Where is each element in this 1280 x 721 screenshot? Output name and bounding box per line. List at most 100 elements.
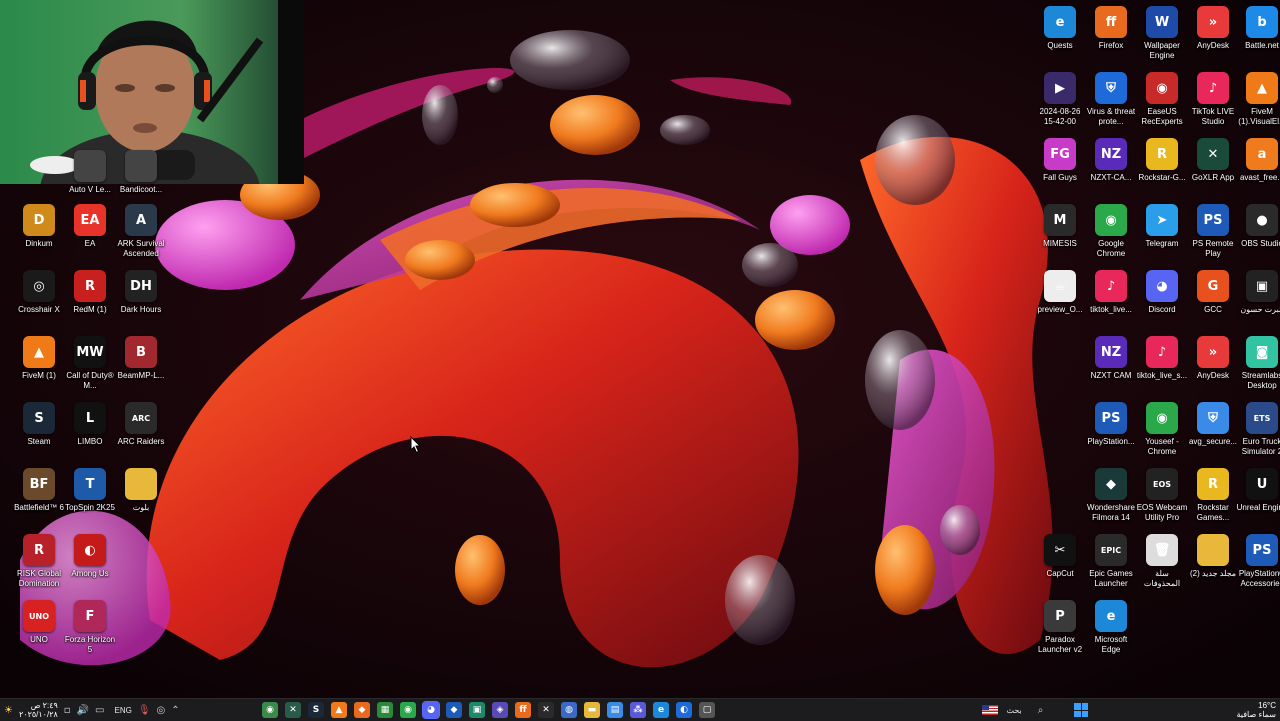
- desktop-icon[interactable]: EPIC Epic Games Launcher: [1085, 534, 1137, 600]
- desktop-icon[interactable]: PS PS Remote Play: [1187, 204, 1239, 270]
- search-box[interactable]: بحث ⌕: [1006, 705, 1066, 716]
- desktop-icon[interactable]: » AnyDesk: [1187, 6, 1239, 72]
- desktop-icon[interactable]: L LIMBO: [64, 402, 116, 468]
- desktop-icon[interactable]: F Forza Horizon 5: [64, 600, 116, 666]
- desktop-icon[interactable]: ETS Euro Truck Simulator 2: [1236, 402, 1280, 468]
- tb-app-4-icon[interactable]: ▲: [331, 702, 347, 718]
- desktop-icon[interactable]: ◐ Among Us: [64, 534, 116, 600]
- desktop-icon[interactable]: S Steam: [13, 402, 65, 468]
- app-icon: »: [1197, 6, 1229, 38]
- desktop-icon[interactable]: PS PlayStation® Accessories: [1236, 534, 1280, 600]
- desktop-icon[interactable]: G GCC: [1187, 270, 1239, 336]
- desktop-icon[interactable]: » AnyDesk: [1187, 336, 1239, 402]
- tb-app-13-icon[interactable]: ✕: [538, 702, 554, 718]
- desktop-icon[interactable]: R Rockstar Games...: [1187, 468, 1239, 534]
- desktop-icon[interactable]: ◉ Youseef - Chrome: [1136, 402, 1188, 468]
- desktop-icon[interactable]: بلوت: [115, 468, 167, 534]
- desktop-icon[interactable]: ● OBS Studio: [1236, 204, 1280, 270]
- tb-app-7-icon[interactable]: ◉: [400, 702, 416, 718]
- desktop-icon[interactable]: ▣ البرت حسون: [1236, 270, 1280, 336]
- desktop-icon[interactable]: ▲ FiveM (1).VisualEl...: [1236, 72, 1280, 138]
- desktop-icon[interactable]: ◎ Crosshair X: [13, 270, 65, 336]
- desktop-icon[interactable]: M MIMESIS: [1034, 204, 1086, 270]
- tb-app-9-icon[interactable]: ◆: [446, 702, 462, 718]
- tb-app-8-icon[interactable]: ◕: [422, 701, 440, 719]
- tb-app-14-icon[interactable]: ◍: [561, 702, 577, 718]
- tb-app-20-icon[interactable]: ▢: [699, 702, 715, 718]
- tb-app-5-icon[interactable]: ◆: [354, 702, 370, 718]
- desktop-icon[interactable]: e Quests: [1034, 6, 1086, 72]
- tb-app-1-icon[interactable]: ◉: [262, 702, 278, 718]
- tb-app-16-icon[interactable]: ▤: [607, 702, 623, 718]
- tb-app-2-icon[interactable]: ✕: [285, 702, 301, 718]
- start-button[interactable]: [1074, 703, 1089, 717]
- desktop-icon[interactable]: PS PlayStation...: [1085, 402, 1137, 468]
- desktop-icon[interactable]: a avast_free...: [1236, 138, 1280, 204]
- tb-app-17-icon[interactable]: ⁂: [630, 702, 646, 718]
- microphone-icon[interactable]: 🎙: [138, 705, 151, 716]
- notification-icon[interactable]: ▫: [64, 705, 71, 716]
- desktop-icon[interactable]: D Dinkum: [13, 204, 65, 270]
- desktop-icon[interactable]: UNO UNO: [13, 600, 65, 666]
- desktop-icon[interactable]: ◆ Wondershare Filmora 14: [1085, 468, 1137, 534]
- tb-app-18-icon[interactable]: e: [653, 702, 669, 718]
- tb-app-11-icon[interactable]: ◈: [492, 702, 508, 718]
- desktop-icon[interactable]: ▲ FiveM (1): [13, 336, 65, 402]
- desktop-icon-label: Microsoft Edge: [1094, 635, 1128, 654]
- desktop-icon[interactable]: EA EA: [64, 204, 116, 270]
- desktop-icon[interactable]: ⛨ Virus & threat prote...: [1085, 72, 1137, 138]
- desktop-icon[interactable]: ☕ preview_O...: [1034, 270, 1086, 336]
- network-icon[interactable]: ▭: [95, 705, 104, 716]
- tb-app-6-icon[interactable]: ▦: [377, 702, 393, 718]
- tb-app-19-icon[interactable]: ◐: [676, 702, 692, 718]
- volume-icon[interactable]: 🔊: [77, 705, 89, 716]
- language-indicator[interactable]: ENG: [114, 706, 131, 715]
- desktop-icon-label: Rockstar Games...: [1196, 503, 1230, 522]
- clock[interactable]: ٢:٤٩ ص ٢٠٢٥/١٠/٢٨: [19, 701, 58, 719]
- desktop-icon[interactable]: b Battle.net: [1236, 6, 1280, 72]
- desktop-icon[interactable]: R RedM (1): [64, 270, 116, 336]
- desktop-icon[interactable]: FG Fall Guys: [1034, 138, 1086, 204]
- desktop-icon[interactable]: R RISK Global Domination: [13, 534, 65, 600]
- desktop-icon[interactable]: ◙ Streamlabs Desktop: [1236, 336, 1280, 402]
- desktop-icon[interactable]: ff Firefox: [1085, 6, 1137, 72]
- desktop-icon[interactable]: مجلد جديد (2): [1187, 534, 1239, 600]
- desktop-icon[interactable]: ➤ Telegram: [1136, 204, 1188, 270]
- weather-widget[interactable]: ☀: [4, 705, 13, 716]
- desktop-icon[interactable]: ♪ tiktok_live_s...: [1136, 336, 1188, 402]
- tray-app-icon[interactable]: ◎: [157, 705, 166, 716]
- flag-icon[interactable]: [982, 705, 999, 715]
- desktop-icon[interactable]: EOS EOS Webcam Utility Pro: [1136, 468, 1188, 534]
- desktop-icon[interactable]: ◉ Google Chrome: [1085, 204, 1137, 270]
- desktop-icon[interactable]: A ARK Survival Ascended: [115, 204, 167, 270]
- desktop-icon[interactable]: P Paradox Launcher v2: [1034, 600, 1086, 666]
- desktop-icon[interactable]: ✂ CapCut: [1034, 534, 1086, 600]
- chevron-up-icon[interactable]: ⌃: [171, 705, 179, 716]
- desktop-icon[interactable]: B BeamMP-L...: [115, 336, 167, 402]
- desktop-icon-label: Battlefield™ 6: [14, 503, 64, 512]
- weather-summary[interactable]: 16°C سماء صافية: [1236, 701, 1276, 719]
- desktop-icon[interactable]: T TopSpin 2K25: [64, 468, 116, 534]
- desktop-icon[interactable]: ⛨ avg_secure...: [1187, 402, 1239, 468]
- desktop-icon[interactable]: ◉ EaseUS RecExperts: [1136, 72, 1188, 138]
- desktop-icon[interactable]: U Unreal Engine: [1236, 468, 1280, 534]
- desktop-icon[interactable]: NZ NZXT CAM: [1085, 336, 1137, 402]
- desktop-icon[interactable]: ✕ GoXLR App: [1187, 138, 1239, 204]
- tb-app-15-icon[interactable]: ▬: [584, 702, 600, 718]
- desktop-icon[interactable]: ♪ tiktok_live...: [1085, 270, 1137, 336]
- tb-app-10-icon[interactable]: ▣: [469, 702, 485, 718]
- desktop-icon[interactable]: DH Dark Hours: [115, 270, 167, 336]
- desktop-icon[interactable]: ▶ 2024-08-26 15-42-00: [1034, 72, 1086, 138]
- desktop-icon[interactable]: ◕ Discord: [1136, 270, 1188, 336]
- desktop-icon[interactable]: W Wallpaper Engine: [1136, 6, 1188, 72]
- desktop-icon[interactable]: ARC ARC Raiders: [115, 402, 167, 468]
- desktop-icon[interactable]: 🗑 سلة المحذوفات: [1136, 534, 1188, 600]
- desktop-icon[interactable]: BF Battlefield™ 6: [13, 468, 65, 534]
- desktop-icon[interactable]: e Microsoft Edge: [1085, 600, 1137, 666]
- tb-app-12-icon[interactable]: ff: [515, 702, 531, 718]
- desktop-icon[interactable]: MW Call of Duty® M...: [64, 336, 116, 402]
- tb-app-3-icon[interactable]: S: [308, 702, 324, 718]
- desktop-icon[interactable]: NZ NZXT-CA...: [1085, 138, 1137, 204]
- desktop-icon[interactable]: R Rockstar-G...: [1136, 138, 1188, 204]
- desktop-icon[interactable]: ♪ TikTok LIVE Studio: [1187, 72, 1239, 138]
